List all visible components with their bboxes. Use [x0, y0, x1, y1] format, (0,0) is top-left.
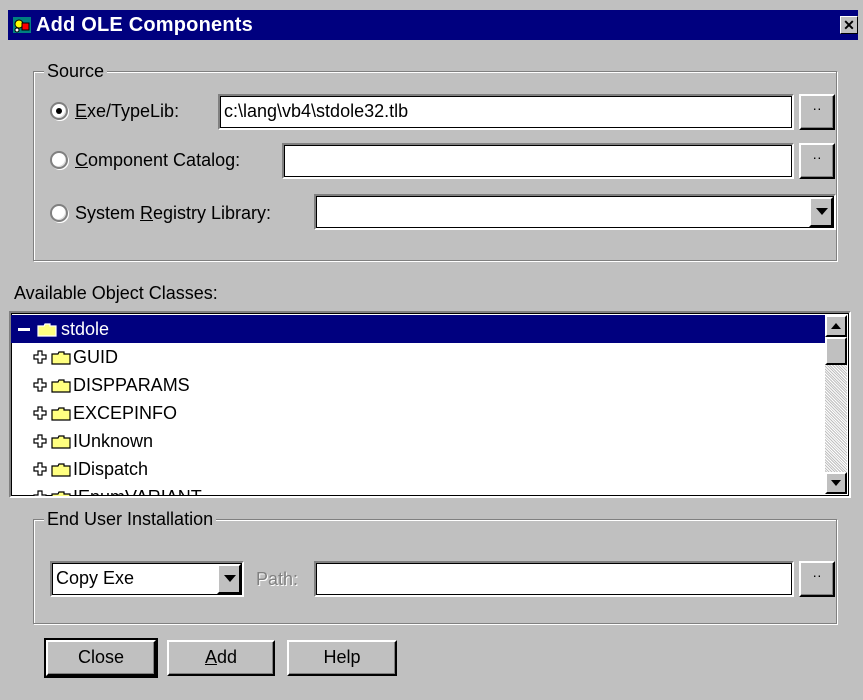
tree-node-label: EXCEPINFO: [73, 403, 178, 423]
expand-icon[interactable]: [33, 434, 47, 448]
scroll-thumb[interactable]: [825, 337, 847, 365]
folder-icon: [51, 407, 71, 421]
tree-node-label: IDispatch: [73, 459, 149, 479]
exe-typelib-field[interactable]: c:\lang\vb4\stdole32.tlb: [218, 94, 794, 130]
object-classes-tree[interactable]: stdole GUID DISPPARAMS EXCEPINFO IUnknow…: [9, 311, 851, 498]
add-ole-components-dialog: Add OLE Components ✕ Source Exe/TypeLib:…: [0, 0, 863, 700]
help-button-label: Help: [323, 647, 361, 667]
tree-node-label: DISPPARAMS: [73, 375, 190, 395]
vertical-scrollbar[interactable]: [825, 315, 847, 494]
help-button[interactable]: Help: [287, 640, 397, 676]
folder-icon: [37, 323, 57, 337]
path-field[interactable]: [314, 561, 794, 597]
title-bar[interactable]: Add OLE Components ✕: [8, 10, 858, 40]
expand-icon[interactable]: [33, 462, 47, 476]
expand-icon[interactable]: [33, 378, 47, 392]
install-mode-combo[interactable]: Copy Exe: [50, 561, 244, 597]
scroll-up-icon[interactable]: [825, 315, 847, 337]
add-button-label: Add: [204, 647, 238, 667]
tree-node-label: stdole: [61, 319, 110, 339]
expand-icon[interactable]: [33, 406, 47, 420]
system-registry-combo[interactable]: [314, 194, 836, 230]
close-button[interactable]: Close: [44, 638, 158, 678]
folder-icon: [51, 491, 71, 496]
browse-exe-button[interactable]: ··: [799, 94, 835, 130]
component-catalog-label[interactable]: Component Catalog:: [75, 149, 240, 171]
ellipsis-icon: ··: [812, 100, 822, 116]
tree-node-label: IEnumVARIANT: [73, 487, 202, 498]
folder-icon: [51, 435, 71, 449]
ellipsis-icon: ··: [812, 567, 822, 583]
installation-group-label: End User Installation: [44, 508, 217, 530]
install-mode-value: Copy Exe: [56, 568, 135, 588]
folder-icon: [51, 351, 71, 365]
path-label: Path:: [256, 569, 299, 589]
tree-node-label: GUID: [73, 347, 118, 367]
system-registry-radio[interactable]: [50, 204, 68, 222]
component-catalog-field[interactable]: [282, 143, 794, 179]
browse-path-button[interactable]: ··: [799, 561, 835, 597]
system-registry-label[interactable]: System Registry Library:: [75, 202, 271, 224]
folder-icon: [51, 379, 71, 393]
expand-icon[interactable]: [33, 490, 47, 498]
close-icon: ✕: [843, 17, 855, 33]
tree-node-label: IUnknown: [73, 431, 154, 451]
expand-icon[interactable]: [33, 350, 47, 364]
window-title: Add OLE Components: [36, 14, 253, 36]
close-button-label: Close: [77, 647, 125, 667]
chevron-down-icon[interactable]: [217, 564, 241, 594]
exe-typelib-value: c:\lang\vb4\stdole32.tlb: [224, 101, 409, 121]
add-button[interactable]: Add: [167, 640, 275, 676]
available-classes-label: Available Object Classes:: [14, 283, 218, 303]
scroll-down-icon[interactable]: [825, 472, 847, 494]
folder-icon: [51, 463, 71, 477]
ellipsis-icon: ··: [812, 149, 822, 165]
collapse-icon[interactable]: [17, 322, 31, 336]
chevron-down-icon[interactable]: [809, 197, 833, 227]
browse-catalog-button[interactable]: ··: [799, 143, 835, 179]
exe-typelib-label[interactable]: Exe/TypeLib:: [75, 100, 179, 122]
source-group-label: Source: [44, 60, 108, 82]
component-catalog-radio[interactable]: [50, 151, 68, 169]
exe-typelib-radio[interactable]: [50, 102, 68, 120]
app-icon: [13, 17, 31, 33]
close-window-button[interactable]: ✕: [840, 16, 858, 34]
tree-node[interactable]: stdole: [11, 315, 829, 343]
